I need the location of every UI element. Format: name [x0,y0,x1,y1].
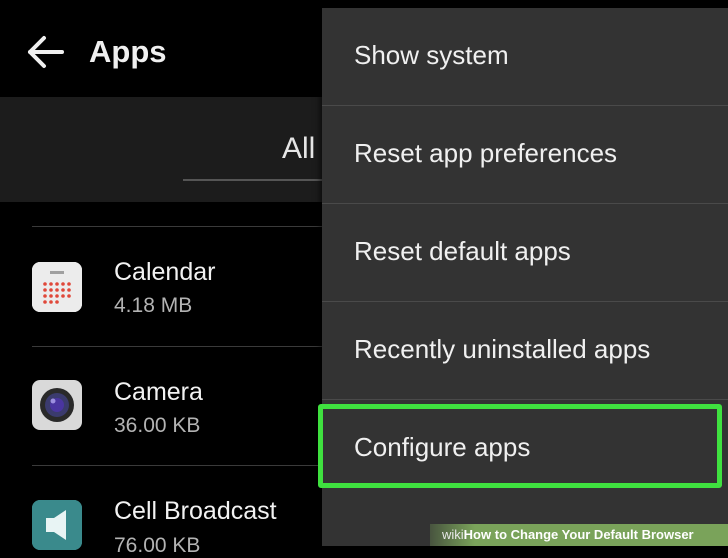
app-name: Cell Broadcast [114,497,277,525]
calendar-icon [32,262,82,312]
app-name: Calendar [114,258,216,286]
megaphone-icon [32,500,82,550]
back-arrow-icon[interactable] [26,34,66,70]
menu-item-label: Reset default apps [354,236,571,266]
menu-item-recently-uninstalled-apps[interactable]: Recently uninstalled apps [322,302,728,400]
watermark-how: How [463,527,492,542]
watermark: wikiHow to Change Your Default Browser [430,524,728,546]
menu-item-label: Reset app preferences [354,138,618,168]
app-size: 36.00 KB [114,414,201,437]
filter-dropdown[interactable]: All [282,132,315,166]
menu-item-label: Show system [354,40,509,70]
highlight-box [318,404,722,488]
menu-item-reset-app-preferences[interactable]: Reset app preferences [322,106,728,204]
app-size: 4.18 MB [114,294,193,317]
watermark-wiki: wiki [442,527,464,542]
app-name: Camera [114,378,203,406]
menu-item-show-system[interactable]: Show system [322,8,728,106]
menu-item-label: Recently uninstalled apps [354,334,651,364]
watermark-title: to Change Your Default Browser [491,527,694,542]
camera-icon [32,380,82,430]
app-size: 76.00 KB [114,534,201,557]
menu-item-reset-default-apps[interactable]: Reset default apps [322,204,728,302]
page-title: Apps [89,34,167,69]
